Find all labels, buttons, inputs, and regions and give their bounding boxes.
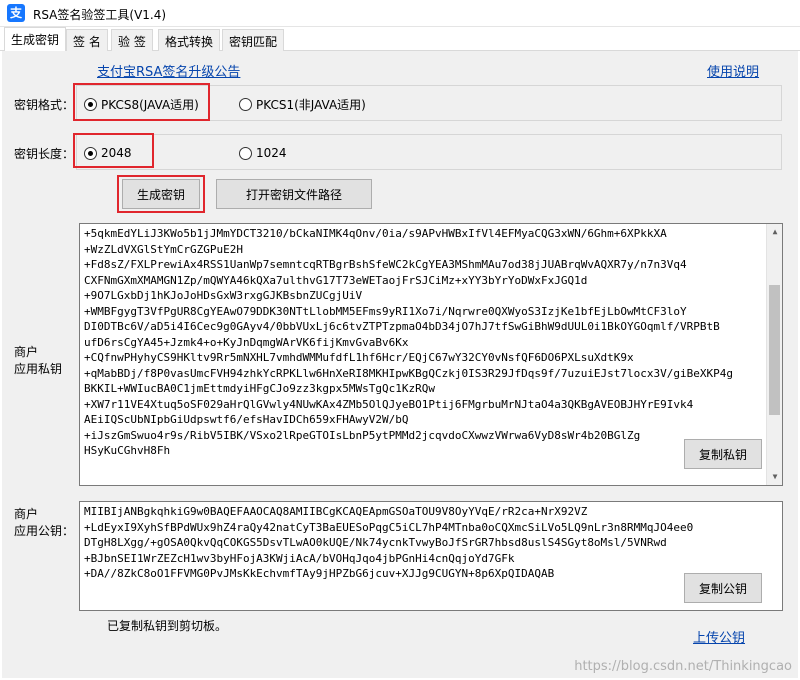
tab-generate-key[interactable]: 生成密钥 <box>4 27 67 52</box>
key-text-line: +LdEyxI9XyhSfBPdWUx9hZ4raQy42natCyT3BaEU… <box>84 520 694 534</box>
key-text-line: +Fd8sZ/FXLPrewiAx4RSS1UanWp7semntcqRTBgr… <box>84 258 687 271</box>
key-format-label: 密钥格式： <box>14 98 75 112</box>
tab-format-convert[interactable]: 格式转换 <box>158 29 221 51</box>
upload-public-key-link[interactable]: 上传公钥 <box>693 627 745 646</box>
tab-key-match[interactable]: 密钥匹配 <box>222 29 285 51</box>
public-key-textarea[interactable]: MIIBIjANBgkqhkiG9w0BAQEFAAOCAQ8AMIIBCgKC… <box>79 501 783 611</box>
window-title: RSA签名验签工具(V1.4) <box>33 8 167 22</box>
scroll-up-icon[interactable]: ▲ <box>767 224 782 240</box>
key-text-line: MIIBIjANBgkqhkiG9w0BAQEFAAOCAQ8AMIIBCgKC… <box>84 505 588 518</box>
key-text-line: +DA//8ZkC8oO1FFVMG0PvJMsKkEchvmfTAy9jHPZ… <box>84 567 555 580</box>
generate-key-panel: 支付宝RSA签名升级公告 使用说明 密钥格式： PKCS8(JAVA适用) PK… <box>2 51 798 678</box>
private-key-scrollbar[interactable]: ▲ ▼ <box>766 224 782 485</box>
private-key-textarea[interactable]: +5qkmEdYLiJ3KWo5b1jJMmYDCT3210/bCkaNIMK4… <box>79 223 783 486</box>
radio-unchecked-icon <box>239 98 252 111</box>
key-text-line: +9O7LGxbDj1hKJoJoHDsGxW3rxgGJKBsbnZUCgjU… <box>84 289 363 302</box>
private-key-text: +5qkmEdYLiJ3KWo5b1jJMmYDCT3210/bCkaNIMK4… <box>84 226 764 459</box>
highlight-pkcs8 <box>73 83 210 121</box>
tab-strip: 生成密钥 签 名 验 签 格式转换 密钥匹配 <box>0 27 800 52</box>
highlight-generate-button <box>117 175 205 213</box>
radio-unchecked-icon <box>239 146 252 160</box>
key-length-group <box>76 134 782 170</box>
radio-pkcs1-label: PKCS1(非JAVA适用) <box>256 98 366 112</box>
key-text-line: BKKIL+WWIucBA0C1jmEttmdyiHFgCJo9zz3kgpx5… <box>84 382 435 395</box>
key-text-line: +WzZLdVXGlStYmCrGZGPuE2H <box>84 242 243 256</box>
key-text-line: ufD6rsCgYA45+Jzmk4+o+KyJnDqmgWArVK6fijKm… <box>84 335 409 349</box>
key-length-label: 密钥长度： <box>14 147 75 161</box>
key-text-line: +WMBFgygT3VfPgUR8CgYEAwO79DDK30NTtLlobMM… <box>84 304 687 318</box>
alipay-icon: 支 <box>7 4 25 22</box>
key-text-line: DI0DTBc6V/aD5i4I6Cec9g0GAyv4/0bbVUxLj6c6… <box>84 320 720 333</box>
key-text-line: +CQfnwPHyhyCS9HKltv9Rr5mNXHL7vmhdWMMufdf… <box>84 351 634 364</box>
key-text-line: +XW7r11VE4Xtuq5oSF029aHrQlGVwly4NUwKAx4Z… <box>84 397 694 411</box>
key-text-line: +iJszGmSwuo4r9s/RibV5IBK/VSxo2lRpeGTOIsL… <box>84 428 641 442</box>
public-key-label-line2: 应用公钥： <box>14 524 75 538</box>
key-text-line: AEiIQScUbNIpbGiUdpswtf6/efsHavIDCh659xFH… <box>84 413 409 426</box>
tab-verify[interactable]: 验 签 <box>111 29 153 51</box>
key-text-line: CXFNmGXmXMAMGN1Zp/mQWYA46kQXa7ulthvG17T7… <box>84 273 588 287</box>
radio-pkcs1[interactable]: PKCS1(非JAVA适用) <box>239 96 366 113</box>
key-text-line: +qMabBDj/f8P0vasUmcFVH94zhkYcRPKLlw6HnXe… <box>84 366 734 380</box>
key-text-line: HSyKuCGhvH8Fh <box>84 444 171 457</box>
open-key-path-button[interactable]: 打开密钥文件路径 <box>216 179 372 209</box>
public-key-label-line1: 商户 <box>14 507 39 521</box>
scroll-down-icon[interactable]: ▼ <box>767 469 782 485</box>
copy-public-key-button[interactable]: 复制公钥 <box>684 573 762 603</box>
watermark-text: https://blog.csdn.net/Thinkingcao <box>574 659 792 674</box>
status-message: 已复制私钥到剪切板。 <box>107 619 228 633</box>
highlight-2048 <box>73 133 154 168</box>
tab-sign[interactable]: 签 名 <box>66 29 108 51</box>
private-key-label-line1: 商户 <box>14 345 39 359</box>
private-key-label-line2: 应用私钥 <box>14 362 63 376</box>
key-text-line: +5qkmEdYLiJ3KWo5b1jJMmYDCT3210/bCkaNIMK4… <box>84 227 667 240</box>
scroll-thumb[interactable] <box>769 285 780 416</box>
title-bar: 支 RSA签名验签工具(V1.4) <box>0 0 800 27</box>
copy-private-key-button[interactable]: 复制私钥 <box>684 439 762 469</box>
public-key-text: MIIBIjANBgkqhkiG9w0BAQEFAAOCAQ8AMIIBCgKC… <box>84 504 778 582</box>
key-text-line: +BJbnSEI1WrZEZcH1wv3byHFojA3KWjiAcA/bVOH… <box>84 551 515 565</box>
radio-1024-label: 1024 <box>256 146 287 160</box>
key-text-line: DTgH8LXgg/+gOSA0QkvQqCOKGS5DsvTLwAO0kUQE… <box>84 536 667 549</box>
announcement-link[interactable]: 支付宝RSA签名升级公告 <box>97 61 240 80</box>
radio-1024[interactable]: 1024 <box>239 146 287 160</box>
help-link[interactable]: 使用说明 <box>707 61 759 80</box>
